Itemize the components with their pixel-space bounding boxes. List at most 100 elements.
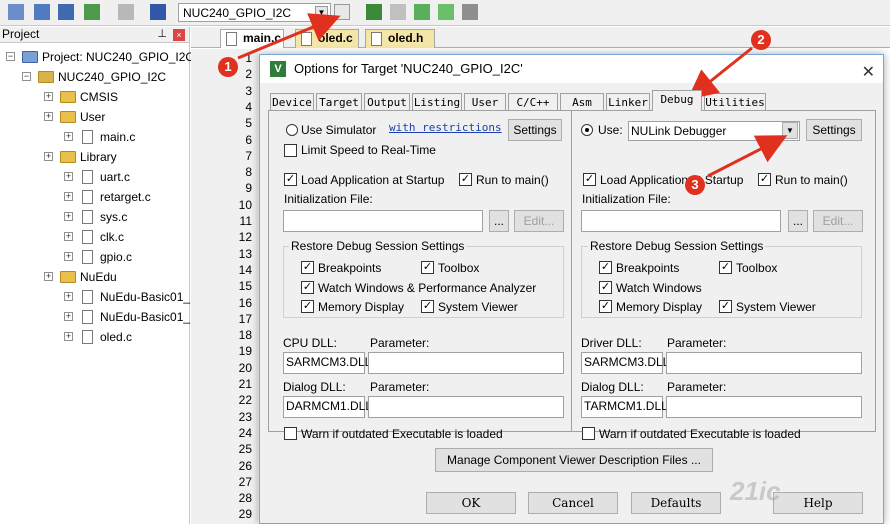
expand-toggle-icon[interactable]: + xyxy=(64,292,73,301)
use-debugger-radio[interactable] xyxy=(581,124,593,136)
simulator-settings-button[interactable]: Settings xyxy=(508,119,562,141)
debugger-select[interactable]: NULink Debugger xyxy=(628,121,800,141)
tab-output[interactable]: Output xyxy=(364,93,410,111)
tab-label: main.c xyxy=(243,31,282,45)
limit-speed-label: Limit Speed to Real-Time xyxy=(301,143,436,157)
select-packs-icon[interactable] xyxy=(438,4,454,20)
tab-debug[interactable]: Debug xyxy=(652,90,702,111)
expand-toggle-icon[interactable]: − xyxy=(22,72,31,81)
right-system-viewer-checkbox[interactable]: ✓ xyxy=(719,300,732,313)
cpu-param-input[interactable] xyxy=(368,352,564,374)
close-icon[interactable]: ✕ xyxy=(862,59,875,87)
right-dialog-param-input[interactable] xyxy=(666,396,862,418)
cpu-dll-input[interactable]: SARMCM3.DLL xyxy=(283,352,371,374)
tab-user[interactable]: User xyxy=(464,93,506,111)
use-simulator-radio[interactable] xyxy=(286,124,298,136)
file-extensions-icon[interactable] xyxy=(390,4,406,20)
batch-build-icon[interactable] xyxy=(84,4,100,20)
tab-asm[interactable]: Asm xyxy=(560,93,604,111)
right-watch-windows-checkbox[interactable]: ✓ xyxy=(599,281,612,294)
expand-toggle-icon[interactable]: + xyxy=(64,252,73,261)
left-toolbox-checkbox[interactable]: ✓ xyxy=(421,261,434,274)
left-memory-display-checkbox[interactable]: ✓ xyxy=(301,300,314,313)
dialog-dll-input[interactable]: DARMCM1.DLL xyxy=(283,396,372,418)
tab-listing[interactable]: Listing xyxy=(412,93,462,111)
expand-toggle-icon[interactable]: + xyxy=(64,232,73,241)
right-load-app-checkbox[interactable]: ✓ xyxy=(583,173,596,186)
tab-target[interactable]: Target xyxy=(316,93,362,111)
expand-toggle-icon[interactable]: + xyxy=(64,332,73,341)
left-browse-button[interactable]: ... xyxy=(489,210,509,232)
right-init-file-input[interactable] xyxy=(581,210,781,232)
right-browse-button[interactable]: ... xyxy=(788,210,808,232)
close-icon[interactable]: × xyxy=(173,29,185,41)
left-warn-checkbox[interactable] xyxy=(284,427,297,440)
tab-oled-h[interactable]: oled.h xyxy=(365,29,435,48)
with-restrictions-link[interactable]: with restrictions xyxy=(389,121,502,134)
left-run-to-main-checkbox[interactable]: ✓ xyxy=(459,173,472,186)
watermark: 21ic xyxy=(730,476,781,506)
line-number: 10 xyxy=(238,197,252,212)
manage-component-viewer-button[interactable]: Manage Component Viewer Description File… xyxy=(435,448,713,472)
chevron-down-icon[interactable]: ▼ xyxy=(782,122,798,139)
right-run-to-main-label: Run to main() xyxy=(775,173,848,187)
limit-speed-checkbox[interactable] xyxy=(284,144,297,157)
tab-device[interactable]: Device xyxy=(270,93,314,111)
chevron-down-icon[interactable]: ▼ xyxy=(315,6,328,19)
cancel-button[interactable]: Cancel xyxy=(528,492,618,514)
right-breakpoints-checkbox[interactable]: ✓ xyxy=(599,261,612,274)
right-edit-button[interactable]: Edit... xyxy=(813,210,863,232)
expand-toggle-icon[interactable]: + xyxy=(44,112,53,121)
expand-toggle-icon[interactable]: + xyxy=(64,172,73,181)
right-memory-display-checkbox[interactable]: ✓ xyxy=(599,300,612,313)
download-icon[interactable] xyxy=(150,4,166,20)
dialog-param-input[interactable] xyxy=(368,396,564,418)
target-select[interactable]: NUC240_GPIO_I2C ▼ xyxy=(178,3,331,22)
packs-icon[interactable] xyxy=(414,4,430,20)
tab-linker[interactable]: Linker xyxy=(606,93,650,111)
left-watch-windows-checkbox[interactable]: ✓ xyxy=(301,281,314,294)
tab-main-c[interactable]: main.c xyxy=(220,29,284,48)
expand-toggle-icon[interactable]: + xyxy=(64,212,73,221)
ok-button[interactable]: OK xyxy=(426,492,516,514)
stop-build-icon[interactable] xyxy=(118,4,134,20)
driver-dll-input[interactable]: SARMCM3.DLL xyxy=(581,352,669,374)
expand-toggle-icon[interactable]: + xyxy=(64,312,73,321)
target-options-icon[interactable] xyxy=(334,4,350,20)
tab-cc[interactable]: C/C++ xyxy=(508,93,558,111)
expand-toggle-icon[interactable]: + xyxy=(44,152,53,161)
expand-toggle-icon[interactable]: + xyxy=(64,192,73,201)
expand-toggle-icon[interactable]: + xyxy=(44,92,53,101)
expand-toggle-icon[interactable]: + xyxy=(44,272,53,281)
left-breakpoints-checkbox[interactable]: ✓ xyxy=(301,261,314,274)
line-number: 11 xyxy=(239,214,252,228)
debugger-settings-button[interactable]: Settings xyxy=(806,119,862,141)
defaults-button[interactable]: Defaults xyxy=(631,492,721,514)
rebuild-icon[interactable] xyxy=(58,4,74,20)
manage-project-icon[interactable] xyxy=(366,4,382,20)
driver-param-input[interactable] xyxy=(666,352,862,374)
left-load-app-checkbox[interactable]: ✓ xyxy=(284,173,297,186)
pin-icon[interactable]: ⊥ xyxy=(157,27,167,42)
tab-utilities[interactable]: Utilities xyxy=(704,93,766,111)
line-number: 27 xyxy=(238,474,252,489)
expand-toggle-icon[interactable]: + xyxy=(64,132,73,141)
help-button[interactable]: Help xyxy=(773,492,863,514)
right-run-to-main-checkbox[interactable]: ✓ xyxy=(758,173,771,186)
project-icon xyxy=(22,51,38,63)
right-dialog-dll-input[interactable]: TARMCM1.DLL xyxy=(581,396,668,418)
books-icon[interactable] xyxy=(462,4,478,20)
tab-oled-c[interactable]: oled.c xyxy=(295,29,359,48)
right-toolbox-checkbox[interactable]: ✓ xyxy=(719,261,732,274)
left-system-viewer-checkbox[interactable]: ✓ xyxy=(421,300,434,313)
build-icon[interactable] xyxy=(34,4,50,20)
translate-icon[interactable] xyxy=(8,4,24,20)
left-load-app-label: Load Application at Startup xyxy=(301,173,445,187)
tree-item-label: oled.c xyxy=(100,330,133,344)
left-init-file-input[interactable] xyxy=(283,210,483,232)
line-number: 22 xyxy=(238,393,252,408)
left-system-viewer-label: System Viewer xyxy=(438,300,518,314)
expand-toggle-icon[interactable]: − xyxy=(6,52,15,61)
left-edit-button[interactable]: Edit... xyxy=(514,210,564,232)
right-warn-checkbox[interactable] xyxy=(582,427,595,440)
